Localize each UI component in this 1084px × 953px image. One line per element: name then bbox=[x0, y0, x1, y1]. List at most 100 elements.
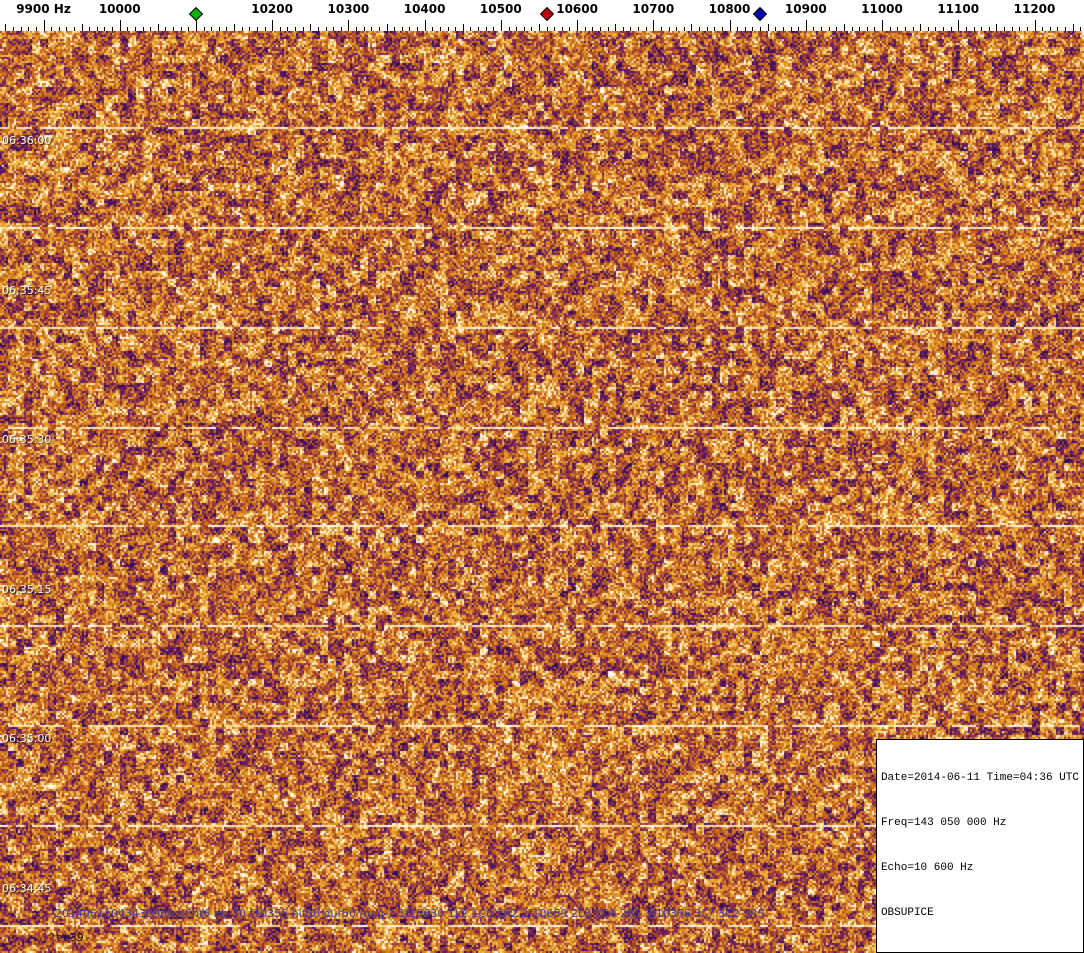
ruler-tick bbox=[378, 27, 380, 31]
freq-tick-label: 10900 bbox=[784, 2, 827, 16]
ruler-tick bbox=[241, 27, 243, 31]
ruler-tick bbox=[584, 27, 586, 31]
ruler-tick bbox=[500, 20, 502, 31]
ruler-tick bbox=[691, 24, 693, 31]
info-station: OBSUPICE bbox=[880, 907, 934, 919]
ruler-tick bbox=[13, 27, 14, 31]
freq-tick-label: 10200 bbox=[251, 2, 293, 16]
ruler-tick bbox=[203, 27, 205, 31]
ruler-tick bbox=[782, 27, 784, 31]
ruler-tick bbox=[790, 27, 792, 31]
ruler-tick bbox=[394, 27, 396, 31]
ruler-tick bbox=[317, 27, 319, 31]
ruler-tick bbox=[424, 20, 426, 31]
ruler-tick bbox=[645, 27, 647, 31]
freq-tick-label: 10700 bbox=[632, 2, 675, 16]
freq-tick-label: 10000 bbox=[98, 2, 141, 16]
ruler-tick bbox=[333, 27, 335, 31]
ruler-tick bbox=[805, 20, 807, 31]
freq-marker-green-diamond[interactable] bbox=[188, 6, 203, 22]
ruler-tick bbox=[737, 27, 739, 31]
ruler-tick bbox=[73, 27, 75, 31]
ruler-tick bbox=[279, 27, 281, 31]
ruler-tick bbox=[1057, 27, 1059, 31]
ruler-tick bbox=[767, 24, 769, 31]
ruler-tick bbox=[287, 27, 289, 31]
freq-marker-red-diamond[interactable] bbox=[539, 6, 554, 22]
ruler-tick bbox=[539, 24, 540, 31]
ruler-tick bbox=[706, 27, 708, 31]
ruler-tick bbox=[676, 27, 678, 31]
ruler-tick bbox=[470, 27, 472, 31]
ruler-tick bbox=[58, 27, 60, 31]
freq-marker-blue-diamond[interactable] bbox=[752, 6, 768, 22]
ruler-tick bbox=[150, 27, 152, 31]
ruler-tick bbox=[96, 27, 98, 31]
ruler-tick bbox=[226, 27, 228, 31]
ruler-tick bbox=[234, 24, 235, 31]
ruler-tick bbox=[889, 27, 891, 31]
ruler-tick bbox=[165, 27, 167, 31]
ruler-tick bbox=[1064, 27, 1066, 31]
freq-tick-label: 10400 bbox=[403, 2, 446, 16]
ruler-tick bbox=[828, 27, 830, 31]
ruler-tick bbox=[721, 27, 723, 31]
ruler-tick bbox=[340, 27, 342, 31]
ruler-tick bbox=[904, 27, 906, 31]
ruler-tick bbox=[546, 27, 548, 31]
ruler-tick bbox=[218, 27, 220, 31]
ruler-tick bbox=[653, 20, 655, 31]
ruler-tick bbox=[516, 27, 518, 31]
freq-tick-label: 10800 bbox=[708, 2, 751, 16]
ruler-tick bbox=[409, 27, 411, 31]
spectrogram-app: 9900 Hz 10000 10200 10300 10400 10500 10600 107… bbox=[0, 0, 1084, 953]
ruler-tick bbox=[897, 27, 899, 31]
info-echo: Echo=10 600 Hz bbox=[880, 862, 974, 874]
ruler-tick bbox=[1034, 20, 1036, 31]
freq-tick-label: 10300 bbox=[327, 2, 370, 16]
ruler-tick bbox=[264, 27, 266, 31]
ruler-tick bbox=[660, 27, 662, 31]
ruler-tick bbox=[569, 27, 571, 31]
ruler-tick bbox=[859, 27, 861, 31]
ruler-tick bbox=[798, 27, 800, 31]
ruler-tick bbox=[20, 27, 22, 31]
ruler-tick bbox=[104, 27, 106, 31]
ruler-tick bbox=[401, 27, 403, 31]
ruler-tick bbox=[28, 27, 30, 31]
ruler-tick bbox=[920, 24, 922, 31]
ruler-tick bbox=[1026, 27, 1028, 31]
ruler-tick bbox=[89, 27, 91, 31]
ruler-tick bbox=[927, 27, 929, 31]
ruler-tick bbox=[112, 27, 114, 31]
ruler-tick bbox=[432, 27, 434, 31]
ruler-tick bbox=[836, 27, 838, 31]
ruler-tick bbox=[157, 24, 159, 31]
ruler-tick bbox=[554, 27, 556, 31]
ruler-tick bbox=[683, 27, 685, 31]
ruler-tick bbox=[988, 27, 990, 31]
freq-tick-label: 9900 Hz bbox=[16, 2, 71, 16]
ruler-tick bbox=[180, 27, 182, 31]
ruler-tick bbox=[760, 27, 761, 31]
ruler-tick bbox=[447, 27, 449, 31]
ruler-tick bbox=[1049, 27, 1051, 31]
ruler-tick bbox=[508, 27, 510, 31]
frequency-ruler: 9900 Hz 10000 10200 10300 10400 10500 10600 107… bbox=[0, 0, 1084, 31]
ruler-tick bbox=[958, 20, 960, 31]
freq-tick-label: 10600 bbox=[556, 2, 598, 16]
ruler-tick bbox=[134, 27, 136, 31]
ruler-tick bbox=[1011, 27, 1013, 31]
ruler-tick bbox=[851, 27, 853, 31]
ruler-tick bbox=[699, 27, 700, 31]
ruler-tick bbox=[615, 24, 617, 31]
ruler-tick bbox=[195, 20, 197, 31]
ruler-tick bbox=[302, 27, 304, 31]
ruler-tick bbox=[577, 20, 579, 31]
ruler-tick bbox=[142, 27, 144, 31]
ruler-tick bbox=[775, 27, 777, 31]
status-info-box: Date=2014-06-11 Time=04:36 UTC Freq=143 … bbox=[875, 739, 1084, 953]
ruler-tick bbox=[493, 27, 495, 31]
ruler-tick bbox=[211, 27, 213, 31]
ruler-tick bbox=[638, 27, 640, 31]
